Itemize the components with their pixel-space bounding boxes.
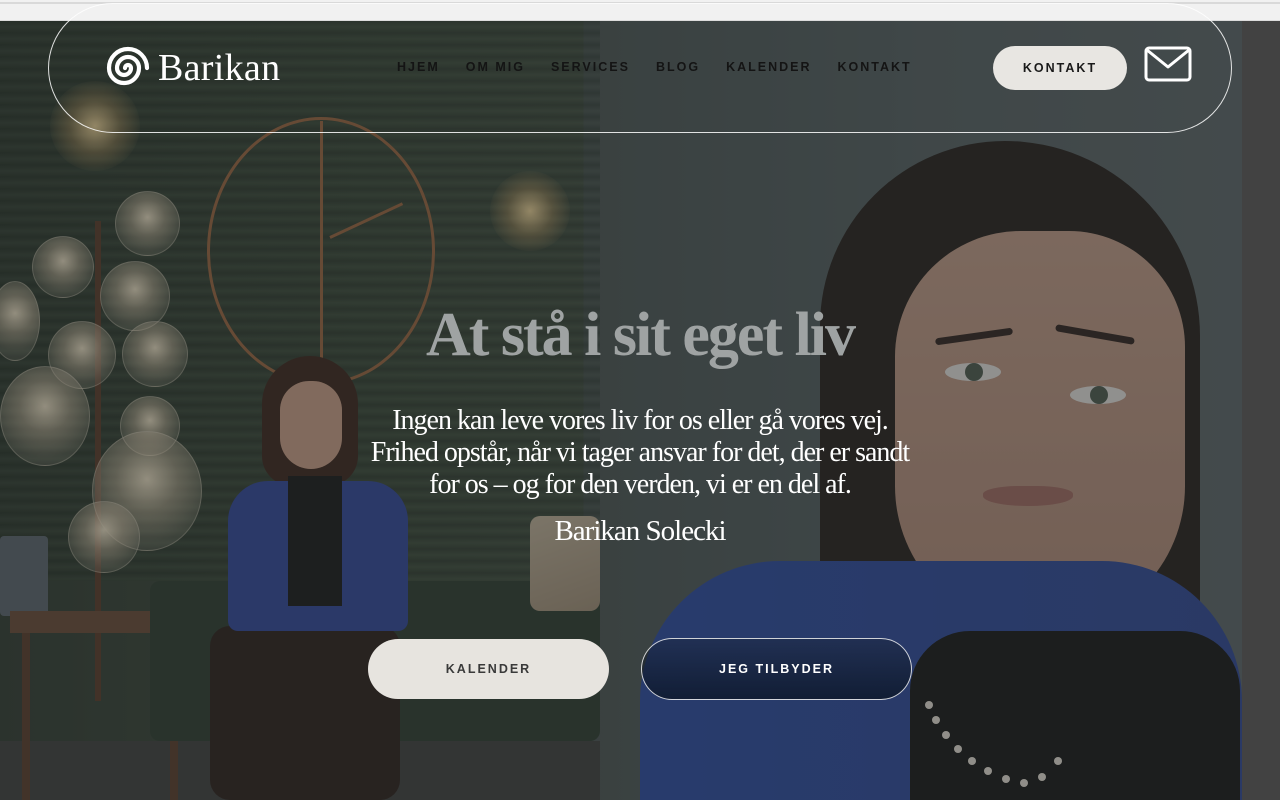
jeg-tilbyder-button[interactable]: JEG TILBYDER [641,638,912,700]
envelope-icon[interactable] [1144,46,1192,82]
nav-item-om-mig[interactable]: OM MIG [466,60,525,74]
contact-button[interactable]: KONTAKT [993,46,1127,90]
spiral-logo-icon [106,46,150,86]
kalender-button[interactable]: KALENDER [368,639,609,699]
site-logo[interactable]: Barikan [106,46,280,90]
brand-name: Barikan [158,47,281,89]
quote-line: Ingen kan leve vores liv for os eller gå… [392,405,889,436]
quote-line: for os – og for den verden, vi er en del… [429,469,852,500]
nav-item-services[interactable]: SERVICES [551,60,630,74]
main-navigation: HJEM OM MIG SERVICES BLOG KALENDER KONTA… [397,60,912,74]
page-scrollbar-area[interactable] [1242,21,1280,800]
quote-author: Barikan Solecki [554,515,726,547]
nav-item-blog[interactable]: BLOG [656,60,700,74]
nav-item-hjem[interactable]: HJEM [397,60,440,74]
quote-line: Frihed opstår, når vi tager ansvar for d… [370,437,910,468]
hero-quote: Ingen kan leve vores liv for os eller gå… [340,405,940,501]
hero-title: At stå i sit eget liv [425,301,856,369]
nav-item-kalender[interactable]: KALENDER [726,60,811,74]
nav-item-kontakt[interactable]: KONTAKT [838,60,912,74]
